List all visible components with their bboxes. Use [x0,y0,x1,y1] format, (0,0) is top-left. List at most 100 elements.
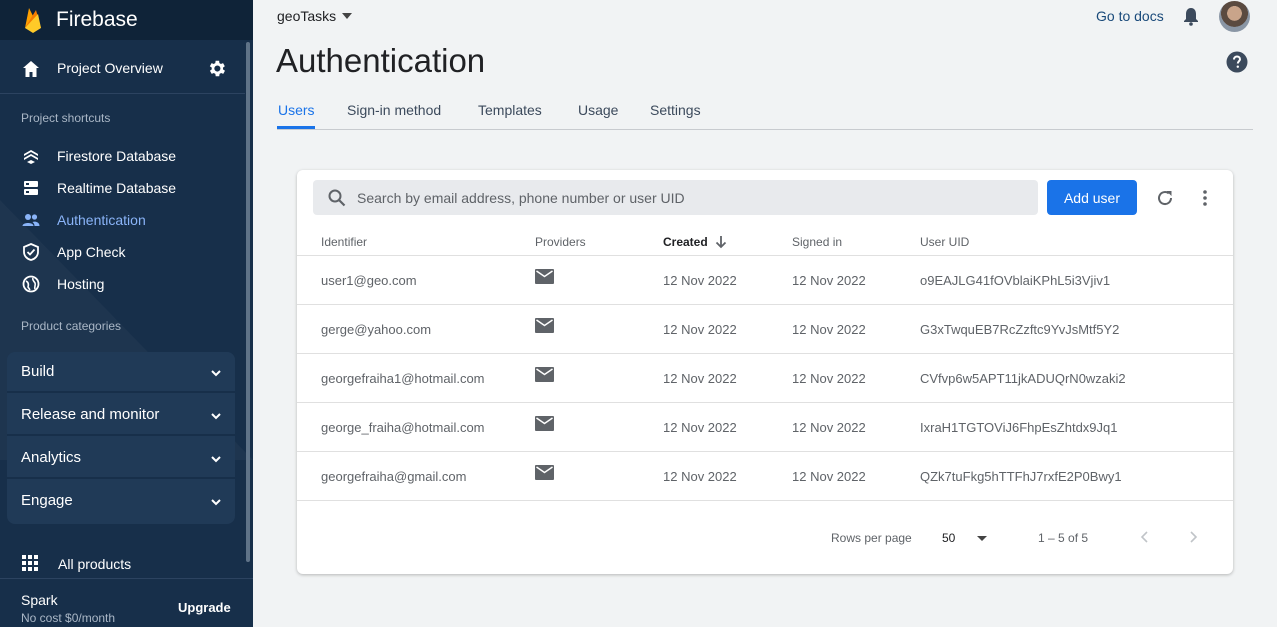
caret-down-icon [977,536,987,541]
mail-icon [535,269,554,284]
sidebar-item-firestore[interactable]: Firestore Database [0,140,245,172]
project-overview[interactable]: Project Overview [0,44,245,94]
rows-per-page-select[interactable]: 50 [942,528,992,548]
tab-bar: Users Sign-in method Templates Usage Set… [277,100,1253,130]
category-release-and-monitor[interactable]: Release and monitor [7,395,235,436]
tab-users[interactable]: Users [278,102,315,118]
globe-icon [22,275,40,293]
upgrade-button[interactable]: Upgrade [178,600,231,615]
column-providers[interactable]: Providers [535,235,586,249]
more-vert-icon[interactable] [1195,188,1215,208]
home-icon [23,61,39,77]
category-engage[interactable]: Engage [7,481,235,522]
cell-created: 12 Nov 2022 [663,469,737,484]
tab-templates[interactable]: Templates [478,102,542,118]
chevron-down-icon [211,370,221,377]
chevron-down-icon [211,413,221,420]
plan-cost: No cost $0/month [21,611,116,625]
plan-footer: Spark No cost $0/month Upgrade [0,578,253,627]
sidebar-item-label: Firestore Database [57,148,177,164]
cell-identifier: gerge@yahoo.com [321,322,432,337]
column-identifier[interactable]: Identifier [321,235,367,249]
cell-created: 12 Nov 2022 [663,273,737,288]
gear-icon[interactable] [206,58,227,79]
column-created[interactable]: Created [663,235,708,249]
plan-name: Spark [21,592,58,608]
sidebar-item-hosting[interactable]: Hosting [0,268,245,300]
cell-signed-in: 12 Nov 2022 [792,371,866,386]
column-signed-in[interactable]: Signed in [792,235,842,249]
all-products-label: All products [58,556,132,572]
bell-icon[interactable] [1181,6,1201,26]
caret-down-icon [342,13,353,19]
project-selector[interactable]: geoTasks [277,8,353,24]
chevron-left-icon[interactable] [1138,530,1152,544]
sidebar-item-label: Hosting [57,276,105,292]
sidebar-item-authentication[interactable]: Authentication [0,204,245,236]
rows-per-page-label: Rows per page [831,531,912,545]
search-input[interactable] [357,180,1027,215]
firebase-logo-icon [25,8,41,33]
cell-created: 12 Nov 2022 [663,371,737,386]
table-row[interactable]: user1@geo.com 12 Nov 2022 12 Nov 2022 o9… [297,256,1233,305]
table-row[interactable]: georgefraiha@gmail.com 12 Nov 2022 12 No… [297,452,1233,501]
cell-identifier: georgefraiha@gmail.com [321,469,467,484]
tab-usage[interactable]: Usage [578,102,618,118]
sidebar-item-label: App Check [57,244,126,260]
category-analytics[interactable]: Analytics [7,438,235,479]
firestore-icon [24,150,38,164]
chevron-down-icon [211,499,221,506]
category-label: Build [21,363,55,380]
category-label: Engage [21,492,73,509]
cell-uid: CVfvp6w5APT11jkADUQrN0wzaki2 [920,371,1126,386]
add-user-button[interactable]: Add user [1047,180,1137,215]
brand-bar[interactable]: Firebase [0,0,253,40]
cell-identifier: user1@geo.com [321,273,417,288]
apps-grid-icon [22,555,38,571]
sidebar: Firebase Project Overview Project shortc… [0,0,253,627]
mail-icon [535,318,554,333]
shield-icon [23,243,39,261]
users-icon [22,214,40,226]
mail-icon [535,416,554,431]
avatar[interactable] [1219,1,1250,32]
cell-signed-in: 12 Nov 2022 [792,273,866,288]
database-icon [24,181,38,195]
search-icon [328,189,346,207]
table-row[interactable]: georgefraiha1@hotmail.com 12 Nov 2022 12… [297,354,1233,403]
cell-uid: o9EAJLG41fOVblaiKPhL5i3Vjiv1 [920,273,1111,288]
brand-name: Firebase [56,8,138,31]
cell-uid: IxraH1TGTOViJ6FhpEsZhtdx9Jq1 [920,420,1118,435]
rows-per-page-value: 50 [942,531,956,545]
page-title: Authentication [276,42,486,79]
product-categories-title: Product categories [21,319,122,333]
table-row[interactable]: george_fraiha@hotmail.com 12 Nov 2022 12… [297,403,1233,452]
sidebar-item-app-check[interactable]: App Check [0,236,245,268]
users-card: Add user Identifier Providers Created Si… [297,170,1233,574]
search-bar[interactable] [313,180,1038,215]
column-user-uid[interactable]: User UID [920,235,969,249]
cell-created: 12 Nov 2022 [663,322,737,337]
cell-uid: G3xTwquEB7RcZzftc9YvJsMtf5Y2 [920,322,1120,337]
project-overview-label: Project Overview [57,60,163,76]
go-to-docs-link[interactable]: Go to docs [1096,8,1164,24]
tab-settings[interactable]: Settings [650,102,701,118]
sidebar-scrollbar[interactable] [246,42,250,562]
all-products[interactable]: All products [0,548,245,578]
table-header: Identifier Providers Created Signed in U… [297,231,1233,256]
sidebar-item-realtime-database[interactable]: Realtime Database [0,172,245,204]
category-label: Release and monitor [21,406,160,423]
table-row[interactable]: gerge@yahoo.com 12 Nov 2022 12 Nov 2022 … [297,305,1233,354]
sidebar-item-label: Realtime Database [57,180,177,196]
sidebar-item-label: Authentication [57,212,146,228]
category-build[interactable]: Build [7,352,235,393]
help-icon[interactable] [1226,51,1248,73]
project-name: geoTasks [277,8,337,24]
tab-sign-in-method[interactable]: Sign-in method [347,102,441,118]
pagination-range: 1 – 5 of 5 [1038,531,1089,545]
cell-signed-in: 12 Nov 2022 [792,322,866,337]
chevron-right-icon[interactable] [1186,530,1200,544]
arrow-down-icon[interactable] [714,235,728,249]
refresh-icon[interactable] [1155,188,1175,208]
cell-identifier: georgefraiha1@hotmail.com [321,371,485,386]
